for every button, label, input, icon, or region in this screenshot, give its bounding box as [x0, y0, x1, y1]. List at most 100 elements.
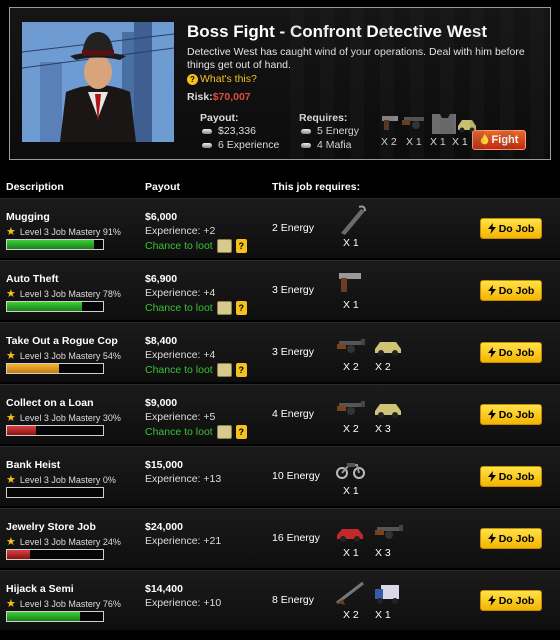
do-job-button[interactable]: Do Job: [480, 528, 542, 549]
loot-bag-icon: [216, 301, 232, 315]
mastery-progress-bar: [6, 611, 104, 622]
job-payout-money: $14,400: [145, 583, 183, 595]
job-row: Take Out a Rogue Cop ★ Level 3 Job Mastery…: [0, 322, 560, 382]
crowbar-icon: [341, 205, 366, 235]
boss-title: Boss Fight - Confront Detective West: [187, 22, 488, 41]
boss-item-qty-3: X 1: [430, 136, 446, 148]
job-mastery-label: Level 3 Job Mastery 54%: [19, 350, 121, 361]
mastery-progress-fill: [7, 426, 36, 435]
tommy-gun-icon: [402, 117, 424, 129]
vest-icon: [432, 114, 456, 134]
job-name: Mugging: [6, 211, 50, 223]
whats-this-link[interactable]: ? What's this?: [187, 73, 257, 85]
loot-question-icon[interactable]: ?: [235, 301, 247, 315]
car-icon: [375, 342, 401, 356]
job-energy: 4 Energy: [272, 408, 315, 420]
mastery-progress-bar: [6, 363, 104, 374]
bullet-icon: [301, 128, 311, 134]
bullet-icon: [301, 142, 311, 148]
job-required-items: [335, 329, 415, 359]
loot-question-icon[interactable]: ?: [235, 363, 247, 377]
job-mastery: ★ Level 3 Job Mastery 54%: [6, 349, 121, 362]
pistol-icon: [382, 116, 398, 130]
requires-energy: 5 Energy: [317, 125, 360, 137]
loot-question-icon[interactable]: ?: [235, 239, 247, 253]
boss-item-qty-4: X 1: [452, 136, 468, 148]
job-item-qty: X 1: [343, 485, 359, 497]
do-job-button[interactable]: Do Job: [480, 280, 542, 301]
risk-label: Risk:: [187, 91, 213, 103]
do-job-button[interactable]: Do Job: [480, 342, 542, 363]
job-payout-money: $24,000: [145, 521, 183, 533]
requires-header: Requires:: [299, 112, 348, 124]
tommy-gun-icon: [375, 525, 403, 539]
boss-item-qty-1: X 2: [381, 136, 397, 148]
job-energy: 10 Energy: [272, 470, 320, 482]
job-payout-money: $15,000: [145, 459, 183, 471]
job-required-items: [335, 267, 415, 297]
job-row: Hijack a Semi ★ Level 3 Job Mastery 76% $14…: [0, 570, 560, 630]
do-job-button[interactable]: Do Job: [480, 590, 542, 611]
job-payout-experience: Experience: +4: [145, 287, 216, 299]
payout-money-line: $23,336: [202, 125, 256, 137]
job-name: Auto Theft: [6, 273, 59, 285]
payout-money: $23,336: [218, 125, 256, 137]
boss-required-items: [378, 108, 478, 138]
lightning-icon: [487, 347, 496, 358]
motorcycle-icon: [336, 463, 365, 479]
mastery-progress-fill: [7, 550, 31, 559]
do-job-button[interactable]: Do Job: [480, 404, 542, 425]
job-row: Bank Heist ★ Level 3 Job Mastery 0% $15,000…: [0, 446, 560, 506]
chance-to-loot-label: Chance to loot: [145, 426, 213, 438]
job-item-qty: X 1: [343, 299, 359, 311]
job-required-items: [335, 391, 415, 421]
job-payout-experience: Experience: +13: [145, 473, 222, 485]
star-icon: ★: [6, 412, 16, 424]
job-item-qty: X 2: [343, 361, 359, 373]
job-item-qty: X 2: [343, 423, 359, 435]
loot-question-icon[interactable]: ?: [235, 425, 247, 439]
payout-header: Payout:: [200, 112, 239, 124]
job-mastery: ★ Level 3 Job Mastery 30%: [6, 411, 121, 424]
job-payout-experience: Experience: +4: [145, 349, 216, 361]
chance-to-loot: Chance to loot?: [145, 239, 247, 253]
job-mastery-label: Level 3 Job Mastery 0%: [19, 474, 116, 485]
job-mastery: ★ Level 3 Job Mastery 78%: [6, 287, 121, 300]
boss-item-qty-2: X 1: [406, 136, 422, 148]
do-job-label: Do Job: [498, 284, 535, 297]
job-mastery-label: Level 3 Job Mastery 30%: [19, 412, 121, 423]
job-mastery-label: Level 3 Job Mastery 24%: [19, 536, 121, 547]
do-job-button[interactable]: Do Job: [480, 218, 542, 239]
loot-bag-icon: [216, 425, 232, 439]
flame-icon: [480, 134, 488, 145]
star-icon: ★: [6, 350, 16, 362]
lightning-icon: [487, 223, 496, 234]
detective-portrait-icon: [22, 22, 174, 142]
job-energy: 8 Energy: [272, 594, 315, 606]
chance-to-loot-label: Chance to loot: [145, 302, 213, 314]
job-row: Collect on a Loan ★ Level 3 Job Mastery 30…: [0, 384, 560, 444]
job-mastery: ★ Level 3 Job Mastery 91%: [6, 225, 121, 238]
bullet-icon: [202, 128, 212, 134]
detective-west-portrait: [22, 22, 174, 142]
star-icon: ★: [6, 598, 16, 610]
fight-button[interactable]: Fight: [472, 130, 526, 150]
header-requires: This job requires:: [272, 181, 361, 193]
mastery-progress-bar: [6, 239, 104, 250]
job-item-qty: X 3: [375, 547, 391, 559]
boss-description: Detective West has caught wind of your o…: [187, 46, 525, 71]
chance-to-loot-label: Chance to loot: [145, 364, 213, 376]
payout-experience-line: 6 Experience: [202, 139, 279, 151]
question-icon: ?: [187, 73, 198, 85]
job-mastery-label: Level 3 Job Mastery 76%: [19, 598, 121, 609]
do-job-button[interactable]: Do Job: [480, 466, 542, 487]
job-energy: 3 Energy: [272, 346, 315, 358]
job-item-qty: X 3: [375, 423, 391, 435]
do-job-label: Do Job: [498, 470, 535, 483]
job-payout-money: $6,900: [145, 273, 178, 285]
lightning-icon: [487, 409, 496, 420]
do-job-label: Do Job: [498, 408, 535, 421]
job-row: Mugging ★ Level 3 Job Mastery 91% $6,000 Exp…: [0, 198, 560, 258]
boss-fight-panel: Boss Fight - Confront Detective West Det…: [9, 7, 551, 160]
risk-line: Risk:$70,007: [187, 91, 251, 103]
